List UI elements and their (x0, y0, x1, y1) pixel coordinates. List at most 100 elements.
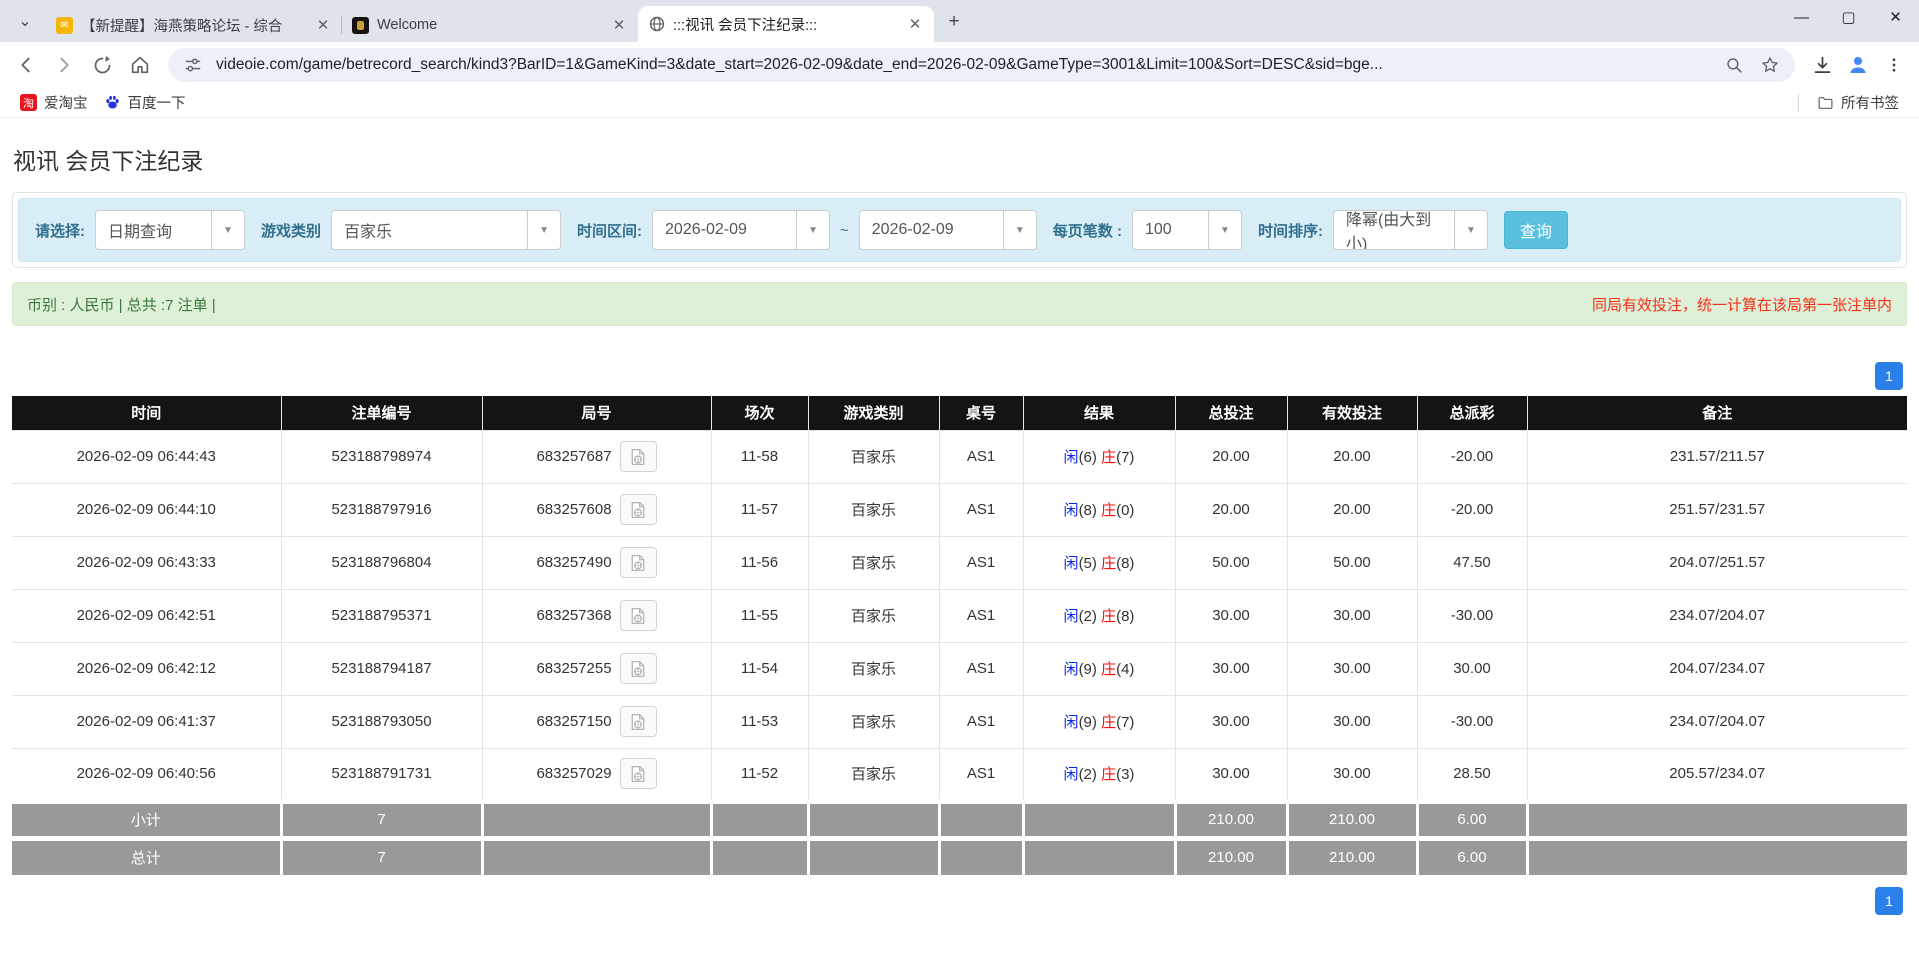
bookmark-star-icon[interactable] (1757, 52, 1783, 78)
back-button[interactable] (8, 47, 44, 83)
cell-session: 11-54 (710, 641, 809, 696)
tab-close-icon[interactable]: ✕ (314, 16, 332, 34)
cell-table: AS1 (938, 641, 1024, 696)
tab-bet-record[interactable]: :::视讯 会员下注纪录::: ✕ (638, 6, 934, 42)
new-tab-button[interactable]: + (940, 8, 968, 36)
video-replay-button[interactable] (619, 441, 657, 472)
banker-result: 庄 (1101, 714, 1117, 731)
sort-order-label: 时间排序: (1257, 222, 1323, 240)
video-replay-button[interactable] (619, 758, 657, 789)
bookmark-baidu[interactable]: 百度一下 (96, 90, 194, 115)
cell-game: 百家乐 (807, 694, 940, 749)
video-replay-button[interactable] (619, 494, 657, 525)
forum-favicon-icon: ✉ (56, 16, 73, 34)
total-valid-bet: 210.00 (1285, 835, 1417, 875)
player-result: 闲 (1063, 555, 1079, 572)
query-type-select[interactable]: 日期查询 ▼ (95, 210, 245, 250)
tab-welcome[interactable]: Welcome ✕ (342, 8, 638, 42)
close-button[interactable]: ✕ (1872, 0, 1919, 34)
zoom-icon[interactable] (1721, 52, 1747, 78)
filter-panel: 请选择: 日期查询 ▼ 游戏类别 百家乐 ▼ 时间区间: 2026-02-09 … (12, 192, 1907, 268)
address-bar[interactable]: videoie.com/game/betrecord_search/kind3?… (168, 48, 1795, 82)
round-number: 683257368 (536, 607, 612, 624)
tab-title: Welcome (377, 17, 438, 33)
game-category-select[interactable]: 百家乐 ▼ (331, 210, 562, 250)
bet-record-table: 时间 注单编号 局号 场次 游戏类别 桌号 结果 总投注 有效投注 总派彩 备注… (12, 396, 1907, 875)
site-settings-tune-icon[interactable] (180, 52, 206, 78)
cell-total-bet[interactable]: 50.00 (1174, 535, 1288, 590)
cell-total-bet[interactable]: 20.00 (1174, 429, 1288, 484)
cell-total-bet[interactable]: 20.00 (1174, 482, 1288, 537)
tab-close-icon[interactable]: ✕ (610, 16, 628, 34)
taobao-favicon-icon: 淘 (20, 94, 37, 111)
cell-table: AS1 (938, 482, 1024, 537)
sort-order-select[interactable]: 降幂(由大到小) ▼ (1332, 210, 1488, 250)
downloads-button[interactable] (1805, 48, 1839, 82)
cell-game: 百家乐 (807, 747, 940, 802)
tab-search-chevron-icon[interactable]: ⌄ (8, 4, 42, 38)
banker-result: 庄 (1101, 449, 1117, 466)
profile-avatar[interactable] (1841, 48, 1875, 82)
round-number: 683257608 (536, 501, 612, 518)
cell-total-bet[interactable]: 30.00 (1174, 588, 1288, 643)
video-replay-button[interactable] (619, 547, 657, 578)
cell-round-no: 683257687 (481, 429, 712, 484)
player-points: (9) (1078, 661, 1097, 678)
cell-round-no: 683257150 (481, 694, 712, 749)
all-bookmarks-button[interactable]: 所有书签 (1809, 90, 1907, 115)
tab-forum[interactable]: ✉ 【新提醒】海燕策略论坛 - 综合 ✕ (46, 8, 342, 42)
maximize-button[interactable]: ▢ (1825, 0, 1872, 34)
forward-button[interactable] (46, 47, 82, 83)
baidu-favicon-icon (104, 94, 121, 111)
page-1-button[interactable]: 1 (1875, 362, 1903, 390)
cell-result: 闲(2) 庄(3) (1022, 747, 1176, 802)
minimize-button[interactable]: — (1778, 0, 1825, 34)
cell-total-bet[interactable]: 30.00 (1174, 694, 1288, 749)
cell-time: 2026-02-09 06:44:43 (12, 429, 282, 484)
date-start-select[interactable]: 2026-02-09 ▼ (652, 210, 831, 250)
reload-button[interactable] (84, 47, 120, 83)
col-table: 桌号 (938, 396, 1023, 430)
chevron-down-icon: ▼ (527, 211, 560, 249)
cell-time: 2026-02-09 06:42:12 (12, 641, 282, 696)
cell-payout: -20.00 (1416, 429, 1528, 484)
cell-result: 闲(9) 庄(7) (1022, 694, 1176, 749)
filter-well: 请选择: 日期查询 ▼ 游戏类别 百家乐 ▼ 时间区间: 2026-02-09 … (18, 198, 1901, 262)
date-end-select[interactable]: 2026-02-09 ▼ (858, 210, 1037, 250)
globe-favicon-icon (648, 16, 665, 33)
cell-total-bet[interactable]: 30.00 (1174, 641, 1288, 696)
player-result: 闲 (1063, 766, 1079, 783)
cell-valid-bet: 20.00 (1286, 482, 1418, 537)
sort-order-value: 降幂(由大到小) (1345, 212, 1432, 250)
player-points: (9) (1078, 714, 1097, 731)
page-1-button[interactable]: 1 (1875, 887, 1903, 915)
video-replay-button[interactable] (619, 706, 657, 737)
player-result: 闲 (1063, 714, 1079, 731)
page-size-select[interactable]: 100 ▼ (1131, 210, 1242, 250)
cell-payout: -20.00 (1416, 482, 1528, 537)
bookmark-taobao[interactable]: 淘 爱淘宝 (12, 90, 96, 115)
folder-icon (1817, 94, 1834, 111)
cell-total-bet[interactable]: 30.00 (1174, 747, 1288, 802)
summary-bar: 币别 : 人民币 | 总共 :7 注单 | 同局有效投注，统一计算在该局第一张注… (12, 282, 1907, 326)
cell-bet-no: 523188798974 (280, 429, 483, 484)
tab-close-icon[interactable]: ✕ (906, 15, 924, 33)
cell-time: 2026-02-09 06:41:37 (12, 694, 282, 749)
video-replay-button[interactable] (619, 600, 657, 631)
cell-game: 百家乐 (807, 535, 940, 590)
banker-points: (7) (1116, 714, 1135, 731)
cell-bet-no: 523188796804 (280, 535, 483, 590)
page-size-value: 100 (1144, 221, 1172, 238)
round-number: 683257150 (536, 713, 612, 730)
url-text[interactable]: videoie.com/game/betrecord_search/kind3?… (216, 56, 1711, 74)
cell-valid-bet: 30.00 (1286, 747, 1418, 802)
query-button[interactable]: 查询 (1503, 211, 1568, 249)
video-replay-button[interactable] (619, 653, 657, 684)
player-points: (2) (1078, 608, 1097, 625)
banker-points: (8) (1116, 608, 1135, 625)
home-button[interactable] (122, 47, 158, 83)
cell-payout: -30.00 (1416, 588, 1528, 643)
welcome-favicon-icon (352, 16, 369, 34)
total-count: 7 (279, 835, 482, 875)
menu-kebab-icon[interactable] (1877, 48, 1911, 82)
